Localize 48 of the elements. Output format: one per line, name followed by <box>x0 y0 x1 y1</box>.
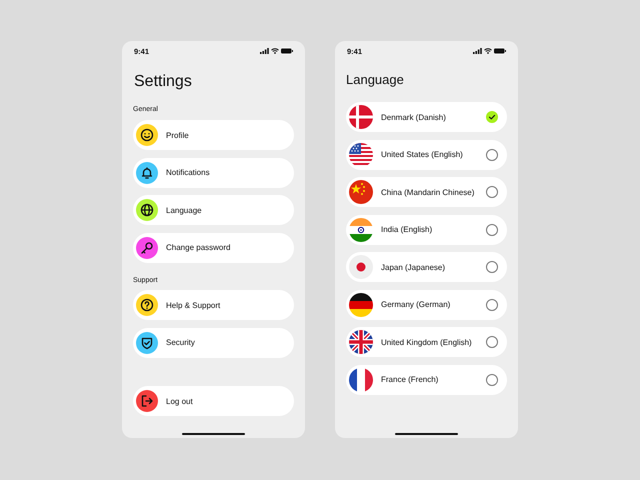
wifi-icon <box>271 48 279 54</box>
menu-item[interactable]: Notifications <box>133 158 294 188</box>
menu-item[interactable]: Security <box>133 328 294 358</box>
signal-icon <box>473 48 482 54</box>
radio-button[interactable] <box>486 148 498 160</box>
menu-item[interactable]: Log out <box>133 386 294 416</box>
radio-button[interactable] <box>486 336 498 348</box>
flag-icon <box>349 368 373 392</box>
help-icon <box>140 298 154 312</box>
radio-button[interactable] <box>486 224 498 236</box>
menu-item[interactable]: Change password <box>133 232 294 262</box>
bell-icon <box>140 166 154 180</box>
radio-button[interactable] <box>486 374 498 386</box>
screen-title: Settings <box>134 72 193 92</box>
language-option[interactable]: United States (English) <box>346 140 507 170</box>
menu-item[interactable]: Profile <box>133 120 294 150</box>
battery-icon <box>494 48 506 54</box>
language-option[interactable]: Germany (German) <box>346 290 507 320</box>
battery-icon <box>281 48 293 54</box>
radio-button[interactable] <box>486 186 498 198</box>
globe-icon <box>140 203 154 217</box>
menu-item[interactable]: Help & Support <box>133 290 294 320</box>
home-indicator <box>395 432 458 435</box>
radio-button[interactable] <box>486 298 498 310</box>
signal-icon <box>260 48 269 54</box>
smiley-icon <box>140 128 154 142</box>
selected-check-icon[interactable] <box>486 111 498 123</box>
flag-icon <box>349 142 373 166</box>
shield-icon <box>140 336 154 350</box>
language-option[interactable]: United Kingdom (English) <box>346 327 507 357</box>
key-icon <box>140 240 154 254</box>
language-option[interactable]: India (English) <box>346 214 507 244</box>
menu-item[interactable]: Language <box>133 195 294 225</box>
flag-icon <box>349 292 373 316</box>
radio-button[interactable] <box>486 261 498 273</box>
screen-title: Language <box>346 71 405 89</box>
logout-icon <box>140 394 154 408</box>
wifi-icon <box>484 48 492 54</box>
flag-icon <box>349 218 373 242</box>
home-indicator <box>182 432 245 435</box>
language-option[interactable]: France (French) <box>346 364 507 394</box>
language-option[interactable]: Japan (Japanese) <box>346 252 507 282</box>
flag-icon <box>349 255 373 279</box>
flag-icon <box>349 105 373 129</box>
language-option[interactable]: China (Mandarin Chinese) <box>346 177 507 207</box>
flag-icon <box>349 330 373 354</box>
language-option[interactable]: Denmark (Danish) <box>346 102 507 132</box>
flag-icon <box>349 180 373 204</box>
